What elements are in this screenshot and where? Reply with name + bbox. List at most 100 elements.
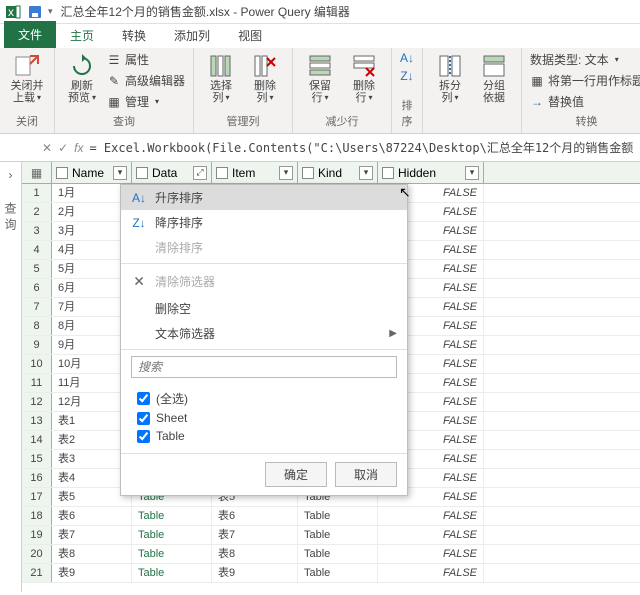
cell-data[interactable]: Table xyxy=(132,507,212,525)
cell-hidden[interactable]: FALSE xyxy=(378,545,484,563)
row-number[interactable]: 1 xyxy=(22,184,52,202)
row-number[interactable]: 14 xyxy=(22,431,52,449)
manage-button[interactable]: ▦管理▾ xyxy=(105,92,187,111)
window-title: 汇总全年12个月的销售金额.xlsx - Power Query 编辑器 xyxy=(61,3,350,20)
row-number[interactable]: 16 xyxy=(22,469,52,487)
row-number[interactable]: 13 xyxy=(22,412,52,430)
col-header-kind[interactable]: Kind▾ xyxy=(298,162,378,183)
row-number[interactable]: 4 xyxy=(22,241,52,259)
formula-input[interactable] xyxy=(89,141,636,155)
choose-columns-button[interactable]: 选择列▾ xyxy=(200,50,242,106)
filter-dropdown-icon[interactable]: ▾ xyxy=(465,166,479,180)
keep-rows-button[interactable]: 保留行▾ xyxy=(299,50,341,106)
row-corner[interactable]: ▦ xyxy=(22,162,52,183)
remove-columns-button[interactable]: 删除列▾ xyxy=(244,50,286,106)
cell-hidden[interactable]: FALSE xyxy=(378,526,484,544)
filter-dropdown-icon[interactable]: ▾ xyxy=(279,166,293,180)
filter-check-sheet[interactable]: Sheet xyxy=(137,409,391,427)
sort-ascending-item[interactable]: A↓升序排序 xyxy=(121,185,407,210)
cell-data[interactable]: Table xyxy=(132,545,212,563)
row-number[interactable]: 11 xyxy=(22,374,52,392)
expand-queries-icon[interactable]: › xyxy=(9,168,13,182)
cell-item[interactable]: 表8 xyxy=(212,545,298,563)
table-row[interactable]: 19表7Table表7TableFALSE xyxy=(22,526,640,545)
filter-dropdown-icon[interactable]: ▾ xyxy=(113,166,127,180)
qat-dropdown-icon[interactable]: ▾ xyxy=(48,6,53,17)
group-query: 刷新预览▾ ☰属性 ✎高级编辑器 ▦管理▾ 查询 xyxy=(55,48,194,133)
fx-icon[interactable]: fx xyxy=(74,141,83,155)
row-number[interactable]: 12 xyxy=(22,393,52,411)
cell-name[interactable]: 表8 xyxy=(52,545,132,563)
cell-item[interactable]: 表7 xyxy=(212,526,298,544)
filter-dropdown-icon[interactable]: ▾ xyxy=(359,166,373,180)
sort-asc-button[interactable]: A↓ xyxy=(398,50,416,66)
manage-icon: ▦ xyxy=(107,95,121,109)
formula-bar: ✕ ✓ fx xyxy=(0,134,640,162)
datatype-button[interactable]: 数据类型: 文本▾ xyxy=(528,50,640,69)
cancel-button[interactable]: 取消 xyxy=(335,462,397,487)
table-row[interactable]: 18表6Table表6TableFALSE xyxy=(22,507,640,526)
cell-hidden[interactable]: FALSE xyxy=(378,507,484,525)
cell-name[interactable]: 表9 xyxy=(52,564,132,582)
row-number[interactable]: 21 xyxy=(22,564,52,582)
row-number[interactable]: 7 xyxy=(22,298,52,316)
filter-check-select-all[interactable]: (全选) xyxy=(137,388,391,409)
properties-button[interactable]: ☰属性 xyxy=(105,50,187,69)
row-number[interactable]: 15 xyxy=(22,450,52,468)
row-number[interactable]: 5 xyxy=(22,260,52,278)
sort-descending-item[interactable]: Z↓降序排序 xyxy=(121,210,407,235)
cell-name[interactable]: 表6 xyxy=(52,507,132,525)
tab-transform[interactable]: 转换 xyxy=(108,23,160,48)
col-header-item[interactable]: Item▾ xyxy=(212,162,298,183)
row-number[interactable]: 2 xyxy=(22,203,52,221)
row-number[interactable]: 6 xyxy=(22,279,52,297)
row-number[interactable]: 9 xyxy=(22,336,52,354)
col-header-name[interactable]: Name▾ xyxy=(52,162,132,183)
row-number[interactable]: 3 xyxy=(22,222,52,240)
table-row[interactable]: 21表9Table表9TableFALSE xyxy=(22,564,640,583)
refresh-preview-button[interactable]: 刷新预览▾ xyxy=(61,50,103,106)
row-number[interactable]: 20 xyxy=(22,545,52,563)
cell-item[interactable]: 表9 xyxy=(212,564,298,582)
col-header-data[interactable]: Data⤢ xyxy=(132,162,212,183)
row-number[interactable]: 17 xyxy=(22,488,52,506)
type-table-icon xyxy=(136,167,148,179)
tab-addcolumn[interactable]: 添加列 xyxy=(160,23,224,48)
cell-kind[interactable]: Table xyxy=(298,564,378,582)
cell-kind[interactable]: Table xyxy=(298,507,378,525)
cell-item[interactable]: 表6 xyxy=(212,507,298,525)
tab-home[interactable]: 主页 xyxy=(56,23,108,48)
row-number[interactable]: 18 xyxy=(22,507,52,525)
filter-check-table[interactable]: Table xyxy=(137,427,391,445)
table-row[interactable]: 20表8Table表8TableFALSE xyxy=(22,545,640,564)
groupby-button[interactable]: 分组依据 xyxy=(473,50,515,106)
row-number[interactable]: 10 xyxy=(22,355,52,373)
text-filters-item[interactable]: 文本筛选器▶ xyxy=(121,321,407,346)
advanced-editor-button[interactable]: ✎高级编辑器 xyxy=(105,71,187,90)
cell-data[interactable]: Table xyxy=(132,526,212,544)
cell-kind[interactable]: Table xyxy=(298,545,378,563)
tab-view[interactable]: 视图 xyxy=(224,23,276,48)
tab-file[interactable]: 文件 xyxy=(4,21,56,48)
formula-commit-icon[interactable]: ✓ xyxy=(58,141,68,155)
filter-search-input[interactable] xyxy=(131,356,397,378)
save-icon[interactable] xyxy=(26,3,44,21)
sort-desc-button[interactable]: Z↓ xyxy=(398,68,416,84)
cell-name[interactable]: 表7 xyxy=(52,526,132,544)
clear-sort-item: 清除排序 xyxy=(121,235,407,260)
expand-dropdown-icon[interactable]: ⤢ xyxy=(193,166,207,180)
cell-hidden[interactable]: FALSE xyxy=(378,564,484,582)
remove-rows-button[interactable]: 删除行▾ xyxy=(343,50,385,106)
first-row-header-button[interactable]: ▦将第一行用作标题▾ xyxy=(528,71,640,90)
col-header-hidden[interactable]: Hidden▾ xyxy=(378,162,484,183)
split-column-button[interactable]: 拆分列▾ xyxy=(429,50,471,106)
cell-kind[interactable]: Table xyxy=(298,526,378,544)
row-number[interactable]: 8 xyxy=(22,317,52,335)
remove-empty-item[interactable]: 删除空 xyxy=(121,296,407,321)
ok-button[interactable]: 确定 xyxy=(265,462,327,487)
formula-cancel-icon[interactable]: ✕ xyxy=(42,141,52,155)
cell-data[interactable]: Table xyxy=(132,564,212,582)
close-load-button[interactable]: 关闭并上载▾ xyxy=(6,50,48,106)
row-number[interactable]: 19 xyxy=(22,526,52,544)
replace-values-button[interactable]: →替换值 xyxy=(528,92,640,111)
